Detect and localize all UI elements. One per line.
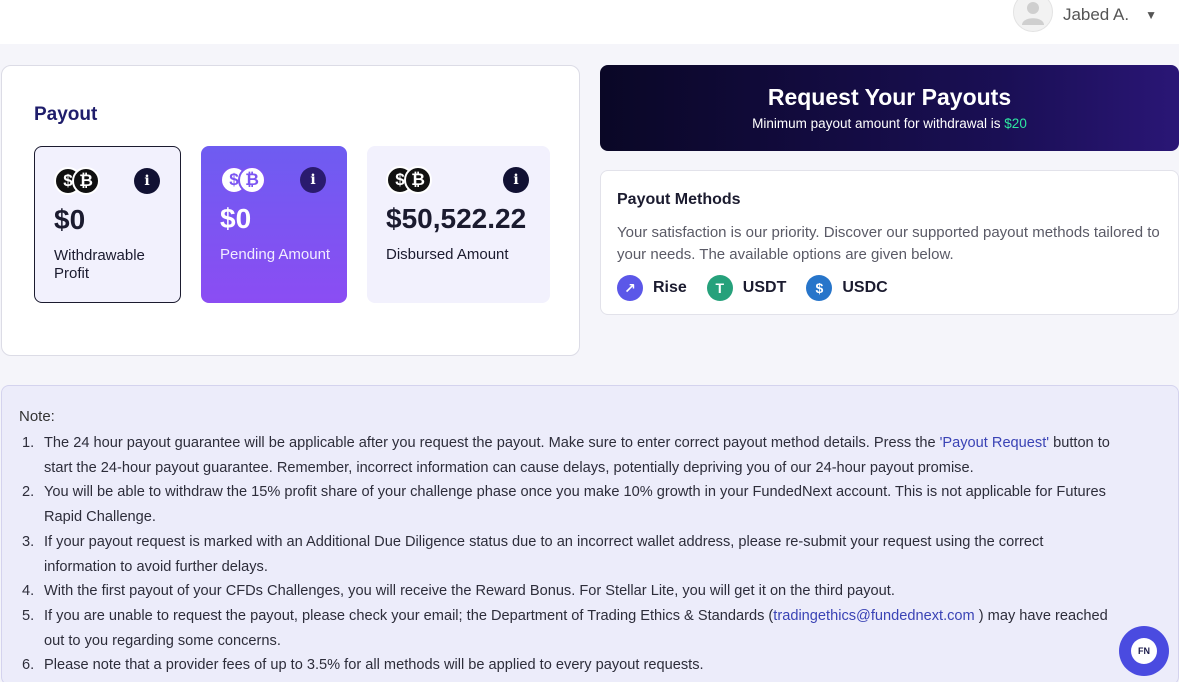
request-title: Request Your Payouts (767, 84, 1012, 110)
stat-amount: $0 (54, 204, 86, 235)
note-number: 1. (22, 435, 35, 451)
method-label: USDT (742, 279, 787, 296)
note-box: Note: 1. The 24 hour payout guarantee wi… (1, 385, 1179, 682)
usdt-icon: T (706, 275, 733, 301)
stat-disbursed-amount: $ ₿ i $50,522.22 Disbursed Amount (367, 146, 550, 303)
stat-label: Disbursed Amount (386, 246, 509, 263)
user-avatar-icon (1021, 2, 1044, 25)
info-icon[interactable]: i (134, 168, 160, 194)
coins-icon: $ ₿ (54, 167, 100, 195)
payout-title: Payout (34, 104, 98, 125)
coins-icon: $ ₿ (386, 166, 432, 194)
info-icon[interactable]: i (503, 167, 529, 193)
coins-icon: $ ₿ (220, 166, 266, 194)
note-item: 6. Please note that a provider fees of u… (19, 653, 1119, 678)
note-text: The 24 hour payout guarantee will be app… (44, 435, 940, 451)
avatar[interactable] (1012, 0, 1053, 32)
min-amount: $20 (1004, 116, 1027, 131)
note-item: 4. With the first payout of your CFDs Ch… (19, 579, 1119, 604)
payout-methods-card: Payout Methods Your satisfaction is our … (600, 170, 1179, 315)
note-text: If your payout request is marked with an… (44, 533, 1044, 575)
note-title: Note: (19, 408, 55, 425)
usdc-icon: $ (806, 275, 833, 301)
note-text: If you are unable to request the payout,… (44, 607, 774, 624)
stat-label: Pending Amount (220, 246, 331, 263)
note-text: Please note that a provider fees of up t… (44, 657, 704, 674)
user-name[interactable]: Jabed A. (1063, 5, 1129, 25)
note-text: With the first payout of your CFDs Chall… (44, 583, 895, 600)
payout-card: Payout $ ₿ i $0 Withdrawable Profit $ ₿ i … (1, 65, 580, 356)
method-list: ↗ Rise T USDT $ USDC (617, 275, 908, 301)
rise-icon: ↗ (617, 275, 643, 301)
note-number: 3. (22, 533, 35, 550)
note-item: 5. If you are unable to request the payo… (19, 604, 1119, 653)
note-number: 4. (22, 583, 35, 600)
note-item: 2. You will be able to withdraw the 15% … (19, 480, 1119, 529)
note-number: 2. (22, 484, 35, 501)
note-item: 3. If your payout request is marked with… (19, 530, 1119, 579)
stat-amount: $50,522.22 (386, 203, 527, 234)
chat-button[interactable]: FN (1119, 626, 1169, 676)
stat-withdrawable-profit: $ ₿ i $0 Withdrawable Profit (34, 146, 181, 303)
user-menu[interactable]: Jabed A. ▼ (1012, 0, 1157, 32)
info-icon[interactable]: i (300, 167, 326, 193)
top-bar: Jabed A. ▼ (0, 0, 1179, 44)
stat-label: Withdrawable Profit (54, 247, 145, 282)
note-number: 6. (22, 657, 35, 674)
methods-title: Payout Methods (617, 191, 741, 208)
request-payouts-banner: Request Your Payouts Minimum payout amou… (600, 65, 1179, 151)
chat-icon: FN (1131, 638, 1157, 664)
note-number: 5. (22, 607, 35, 624)
stat-amount: $0 (220, 203, 252, 234)
email-link[interactable]: tradingethics@fundednext.com (773, 608, 974, 624)
note-list: 1. The 24 hour payout guarantee will be … (19, 431, 1119, 678)
request-subtitle: Minimum payout amount for withdrawal is … (600, 116, 1179, 131)
method-label: USDC (842, 279, 888, 296)
caret-down-icon[interactable]: ▼ (1145, 8, 1157, 22)
method-label: Rise (653, 279, 687, 296)
methods-description: Your satisfaction is our priority. Disco… (617, 224, 1160, 263)
request-subtitle-text: Minimum payout amount for withdrawal is (752, 116, 1001, 131)
stat-pending-amount: $ ₿ i $0 Pending Amount (201, 146, 347, 303)
note-text: You will be able to withdraw the 15% pro… (44, 484, 1106, 526)
payout-request-link[interactable]: 'Payout Request' (940, 435, 1049, 451)
note-item: 1. The 24 hour payout guarantee will be … (19, 431, 1119, 480)
